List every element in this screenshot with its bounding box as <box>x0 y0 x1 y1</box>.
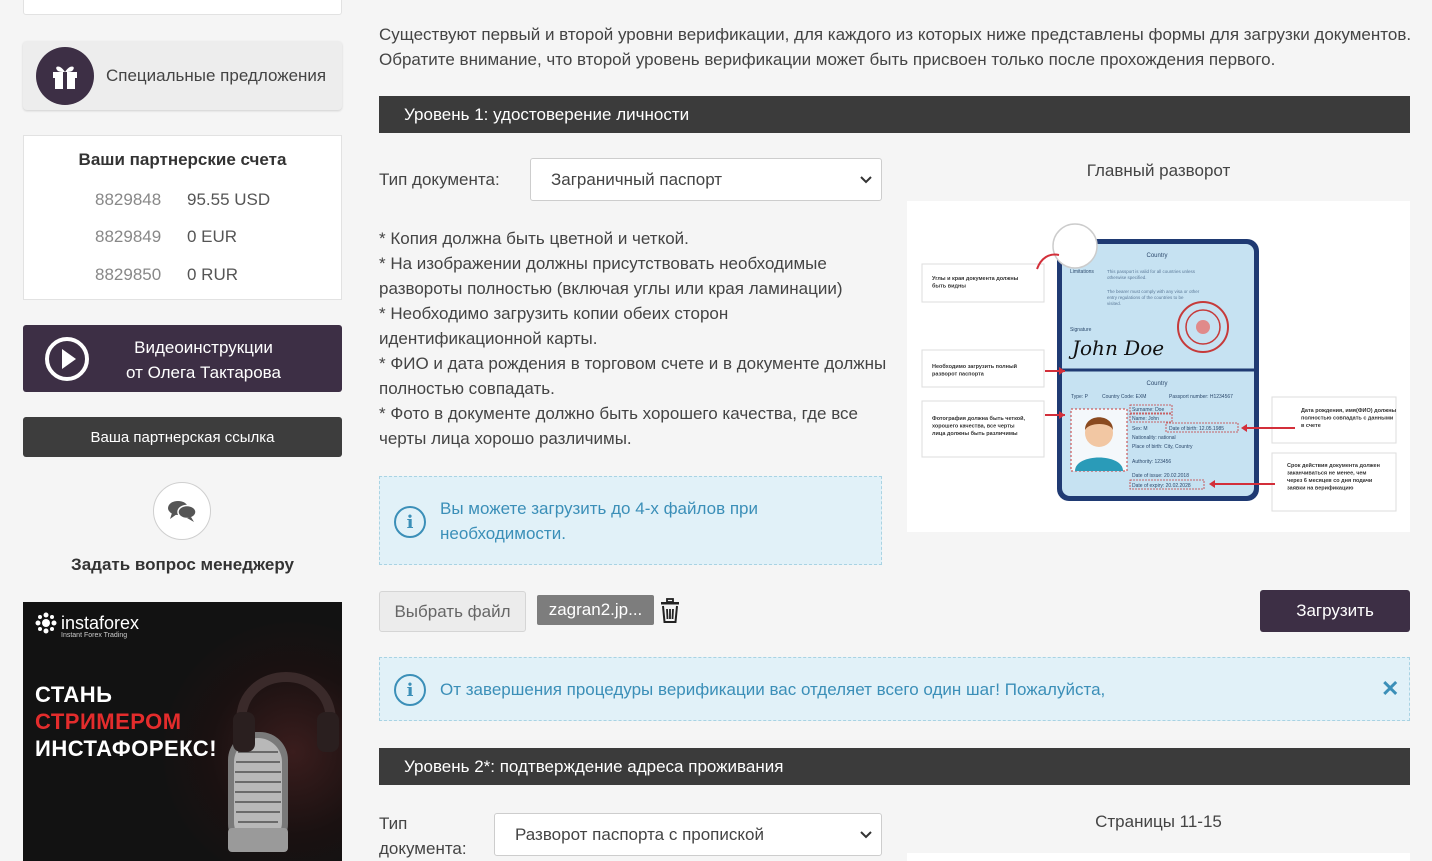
doc-type-value: Заграничный паспорт <box>551 169 723 189</box>
close-icon[interactable]: ✕ <box>1381 676 1399 702</box>
banner-line2: СТРИМЕРОМ <box>35 709 182 734</box>
passport-country-code: Country Code: EXM <box>1102 394 1146 400</box>
info-icon: i <box>394 506 426 538</box>
address-example-image <box>907 853 1410 861</box>
doc-type-select-level2[interactable]: Разворот паспорта с пропиской <box>494 813 882 856</box>
video-label-line2: от Олега Тактарова <box>126 363 281 382</box>
selected-file-name: zagran2.jp... <box>537 595 654 625</box>
callout-photo-text: Фотография должна быть четкой, хорошего к… <box>932 415 1026 437</box>
requirement-item: * ФИО и дата рождения в торговом счете и… <box>379 354 887 398</box>
chevron-down-icon <box>860 831 872 839</box>
passport-surname: Surname: Doe <box>1132 407 1164 413</box>
passport-sex: Sex: M <box>1132 426 1148 432</box>
partner-link-button[interactable]: Ваша партнерская ссылка <box>23 417 342 457</box>
choose-file-button[interactable]: Выбрать файл <box>379 591 526 632</box>
passport-number: Passport number: H1234567 <box>1169 394 1233 400</box>
doc-type-select[interactable]: Заграничный паспорт <box>530 158 882 201</box>
account-row: 8829849 0 EUR <box>95 227 237 247</box>
upload-info-text: Вы можете загрузить до 4-х файлов при не… <box>440 499 758 543</box>
upload-button[interactable]: Загрузить <box>1260 590 1410 632</box>
banner-line3: ИНСТАФОРЕКС! <box>35 736 218 761</box>
level2-header: Уровень 2*: подтверждение адреса прожива… <box>379 748 1410 785</box>
corner-zoom-circle <box>1052 223 1098 269</box>
passport-nationality: Nationality: national <box>1132 435 1176 441</box>
info-icon: i <box>394 674 426 706</box>
account-number: 8829848 <box>95 190 162 209</box>
banner-tagline: Instant Forex Trading <box>61 632 128 639</box>
video-label-line1: Видеоинструкции <box>134 338 273 357</box>
video-instructions-button[interactable]: Видеоинструкции от Олега Тактарова <box>23 325 342 392</box>
passport-dob: Date of birth: 12.05.1985 <box>1169 426 1224 432</box>
banner-brand: instaforex Instant Forex Trading <box>35 612 140 639</box>
intro-text: Существуют первый и второй уровни верифи… <box>379 25 1412 69</box>
banner-brand-name: instaforex <box>61 612 140 633</box>
account-row: 8829850 0 RUR <box>95 265 238 285</box>
chevron-down-icon <box>860 176 872 184</box>
passport-type: Type: P <box>1071 394 1089 400</box>
accounts-title: Ваши партнерские счета <box>78 150 287 169</box>
trash-icon[interactable] <box>659 598 681 624</box>
requirement-item: * Необходимо загрузить копии обеих сторо… <box>379 304 729 348</box>
video-instructions-label: Видеоинструкции от Олега Тактарова <box>101 335 306 385</box>
verification-notice-text: От завершения процедуры верификации вас … <box>440 680 1106 699</box>
requirement-item: * Копия должна быть цветной и четкой. <box>379 229 689 248</box>
chat-icon[interactable] <box>153 482 211 540</box>
headphones-icon <box>233 672 339 752</box>
account-number: 8829849 <box>95 227 162 246</box>
account-balance: 0 EUR <box>187 227 238 246</box>
level1-header: Уровень 1: удостоверение личности <box>379 96 1410 133</box>
partner-accounts-panel: Ваши партнерские счета 8829848 95.55 USD… <box>23 135 342 300</box>
requirements-list: * Копия должна быть цветной и четкой. * … <box>379 226 889 451</box>
account-balance: 0 RUR <box>187 265 239 284</box>
gift-icon <box>36 46 94 105</box>
passport-pob: Place of birth: City, Country <box>1132 444 1193 450</box>
upload-info-box: i Вы можете загрузить до 4-х файлов при … <box>379 476 882 565</box>
doc-type-label-level2: Тип документа: <box>379 814 467 858</box>
doc-type-value-level2: Разворот паспорта с пропиской <box>515 824 764 844</box>
passport-example-image: Country Limitations This passport is val… <box>907 201 1410 532</box>
passport-signature: John Doe <box>1068 336 1164 360</box>
play-icon <box>45 337 89 381</box>
passport-issue: Date of issue: 20.02.2018 <box>1132 473 1189 479</box>
special-offers-label: Специальные предложения <box>106 65 327 85</box>
account-number: 8829850 <box>95 265 162 284</box>
passport-authority: Authority: 123456 <box>1132 459 1171 465</box>
passport-signature-label: Signature <box>1070 327 1092 333</box>
requirement-item: * Фото в документе должно быть хорошего … <box>379 404 858 448</box>
sidebar-top-panel <box>23 0 342 15</box>
account-row: 8829848 95.55 USD <box>95 190 270 210</box>
account-balance: 95.55 USD <box>187 190 271 209</box>
ask-manager-link[interactable]: Задать вопрос менеджеру <box>23 555 342 575</box>
requirement-item: * На изображении должны присутствовать н… <box>379 254 843 298</box>
main-spread-title: Главный разворот <box>1086 161 1231 180</box>
passport-limitations: Limitations <box>1070 269 1094 275</box>
special-offers-button[interactable]: Специальные предложения <box>23 41 342 110</box>
banner-line1: СТАНЬ <box>35 682 113 707</box>
passport-expiry: Date of expiry: 20.02.2028 <box>1132 483 1191 489</box>
verification-notice-box: i От завершения процедуры верификации ва… <box>379 657 1410 721</box>
passport-country2: Country <box>1146 381 1167 387</box>
instaforex-logo-icon <box>35 612 57 634</box>
promo-banner[interactable]: instaforex Instant Forex Trading СТАНЬ С… <box>23 602 342 861</box>
doc-type-label: Тип документа: <box>379 170 500 189</box>
passport-name: Name: John <box>1132 416 1159 422</box>
pages-title: Страницы 11-15 <box>1095 812 1222 831</box>
passport-country-text: Country <box>1146 253 1167 259</box>
